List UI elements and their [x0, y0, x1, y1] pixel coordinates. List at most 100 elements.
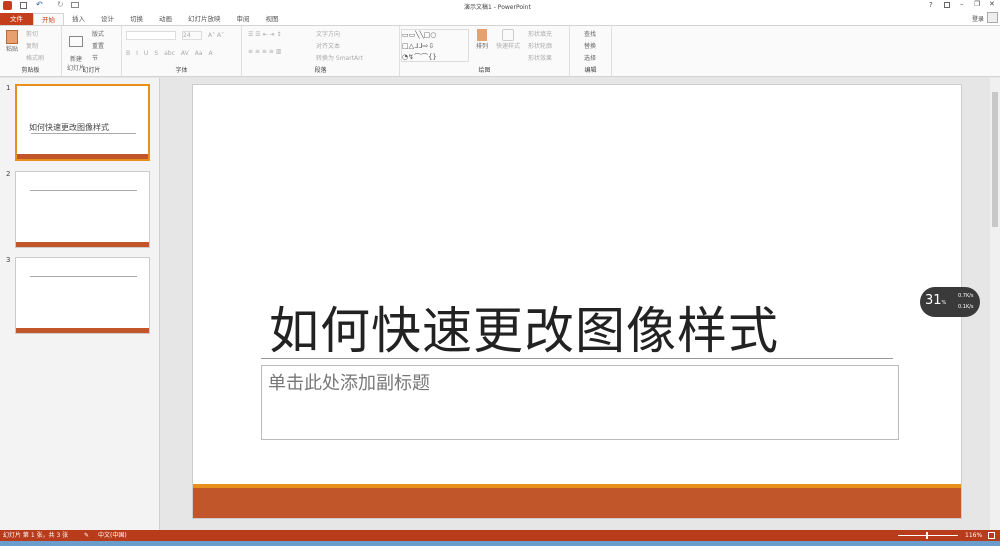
list-buttons[interactable]: ☰ ☰ ⇤ ⇥ ↕: [248, 31, 281, 38]
cut-button[interactable]: 剪切: [26, 29, 44, 41]
close-button[interactable]: ✕: [989, 0, 995, 8]
spellcheck-icon[interactable]: ✎: [84, 530, 89, 541]
format-painter-button[interactable]: 格式刷: [26, 53, 44, 65]
quick-styles-icon: [502, 29, 514, 41]
shape-fill-button[interactable]: 形状填充: [528, 29, 552, 41]
editing-group: 查找 替换 选择 编辑: [570, 26, 612, 76]
slide-counter: 幻灯片 第 1 张，共 3 张: [3, 532, 69, 539]
vertical-scrollbar[interactable]: [990, 78, 1000, 530]
group-label: 段落: [314, 67, 327, 74]
tab-file[interactable]: 文件: [0, 13, 33, 25]
tab-design[interactable]: 设计: [93, 13, 122, 25]
shape-effects-button[interactable]: 形状效果: [528, 53, 552, 65]
select-button[interactable]: 选择: [584, 53, 596, 65]
powerpoint-logo-icon: [3, 1, 12, 10]
thumbnail-title: 如何快速更改图像样式: [29, 123, 109, 132]
signin-link[interactable]: 登录: [972, 14, 984, 23]
paste-label: 粘贴: [5, 46, 18, 53]
underline-button[interactable]: U: [144, 50, 148, 57]
group-label: 编辑: [584, 67, 597, 74]
taskbar: [0, 541, 1000, 546]
paste-button[interactable]: 粘贴: [4, 30, 20, 53]
ribbon: 粘贴 剪切 复制 格式刷 剪贴板 新建 幻灯片 版式 重置 节 幻灯片 24 A˄…: [0, 25, 1000, 77]
zoom-level[interactable]: 116%: [965, 530, 982, 541]
subtitle-placeholder[interactable]: 单击此处添加副标题: [261, 365, 899, 440]
start-slideshow-icon[interactable]: [71, 2, 79, 8]
tab-insert[interactable]: 插入: [64, 13, 93, 25]
arrange-icon: [477, 29, 487, 41]
shadow-button[interactable]: S: [154, 50, 158, 57]
tab-view[interactable]: 视图: [258, 13, 287, 25]
window-title: 演示文稿1 - PowerPoint: [464, 4, 531, 11]
font-size-select[interactable]: 24: [182, 30, 202, 40]
help-button[interactable]: ?: [929, 1, 933, 9]
quick-styles-button[interactable]: 快速样式: [496, 29, 520, 50]
section-button[interactable]: 节: [92, 53, 104, 65]
slide-title[interactable]: 如何快速更改图像样式: [269, 291, 779, 363]
text-direction-button[interactable]: 文字方向: [316, 29, 363, 41]
upload-speed: 0.7K/s: [958, 293, 974, 299]
new-slide-icon: [69, 36, 83, 47]
font-color-button[interactable]: A: [209, 50, 213, 57]
arrange-label: 排列: [476, 43, 489, 50]
paste-icon: [6, 30, 18, 44]
slide-thumbnail-3[interactable]: [15, 257, 150, 334]
slides-group: 新建 幻灯片 版式 重置 节 幻灯片: [62, 26, 122, 76]
slide-thumbnails-pane: 1 如何快速更改图像样式 2 3: [0, 78, 160, 530]
undo-icon[interactable]: ↶: [36, 0, 43, 9]
group-label: 幻灯片: [82, 67, 101, 74]
ribbon-display-button[interactable]: [944, 2, 950, 8]
scrollbar-thumb[interactable]: [992, 92, 998, 227]
user-avatar-icon[interactable]: [987, 12, 998, 23]
layout-button[interactable]: 版式: [92, 29, 104, 41]
language-indicator[interactable]: 中文(中国): [98, 530, 127, 541]
strikethrough-button[interactable]: abc: [164, 50, 175, 57]
arrange-button[interactable]: 排列: [476, 29, 488, 50]
char-spacing-button[interactable]: AV: [181, 50, 189, 57]
network-speed-widget[interactable]: 31% 0.7K/s 0.1K/s: [920, 287, 980, 317]
save-icon[interactable]: [20, 2, 27, 9]
copy-button[interactable]: 复制: [26, 41, 44, 53]
drawing-group: ▭▭╲╲□○ □△ᒧᒧ⇨⇩ ◔↯⌒⌒{} 排列 快速样式 形状填充 形状轮廓 形状效…: [400, 26, 570, 76]
font-group: 24 A˄ A˅ B I U S abc AV Aa A 字体: [122, 26, 242, 76]
bold-button[interactable]: B: [126, 50, 130, 57]
group-label: 绘图: [478, 67, 491, 74]
tab-animations[interactable]: 动画: [151, 13, 180, 25]
reset-button[interactable]: 重置: [92, 41, 104, 53]
minimize-button[interactable]: –: [960, 0, 964, 8]
download-speed: 0.1K/s: [958, 304, 974, 310]
slide-canvas: 如何快速更改图像样式 单击此处添加副标题: [192, 84, 962, 519]
quick-styles-label: 快速样式: [496, 43, 521, 50]
title-bar: ↶ ↻ 演示文稿1 - PowerPoint ? – ❐ ✕: [0, 0, 1000, 12]
restore-button[interactable]: ❐: [974, 0, 980, 8]
slide-thumbnail-2[interactable]: [15, 171, 150, 248]
clipboard-group: 粘贴 剪切 复制 格式刷 剪贴板: [0, 26, 62, 76]
align-text-button[interactable]: 对齐文本: [316, 41, 363, 53]
tab-transitions[interactable]: 切换: [122, 13, 151, 25]
thumbnail-number: 1: [6, 84, 11, 92]
redo-icon[interactable]: ↻: [57, 0, 64, 9]
tab-slideshow[interactable]: 幻灯片放映: [180, 13, 229, 25]
zoom-slider[interactable]: [898, 532, 958, 539]
slide-thumbnail-1[interactable]: 如何快速更改图像样式: [15, 84, 150, 161]
group-label: 字体: [175, 67, 188, 74]
change-case-button[interactable]: Aa: [195, 50, 203, 57]
align-buttons[interactable]: ≡ ≡ ≡ ≡ ▥: [248, 48, 281, 55]
shape-outline-button[interactable]: 形状轮廓: [528, 41, 552, 53]
paragraph-group: ☰ ☰ ⇤ ⇥ ↕ ≡ ≡ ≡ ≡ ▥ 文字方向 对齐文本 转换为 SmartA…: [242, 26, 400, 76]
status-bar: 幻灯片 第 1 张，共 3 张 ✎ 中文(中国) 116%: [0, 530, 1000, 541]
find-button[interactable]: 查找: [584, 29, 596, 41]
italic-button[interactable]: I: [136, 50, 138, 57]
thumbnail-number: 2: [6, 170, 11, 178]
fit-to-window-icon[interactable]: [988, 532, 995, 539]
tab-home[interactable]: 开始: [33, 13, 64, 25]
thumbnail-number: 3: [6, 256, 11, 264]
replace-button[interactable]: 替换: [584, 41, 596, 53]
title-underline: [261, 358, 893, 359]
convert-smartart-button[interactable]: 转换为 SmartArt: [316, 53, 363, 65]
ribbon-tabs: 文件 开始 插入 设计 切换 动画 幻灯片放映 审阅 视图 登录: [0, 12, 1000, 25]
slide-footer-bar: [193, 484, 961, 518]
shapes-gallery[interactable]: ▭▭╲╲□○ □△ᒧᒧ⇨⇩ ◔↯⌒⌒{}: [401, 29, 469, 62]
font-name-select[interactable]: [126, 30, 176, 40]
tab-review[interactable]: 审阅: [229, 13, 258, 25]
